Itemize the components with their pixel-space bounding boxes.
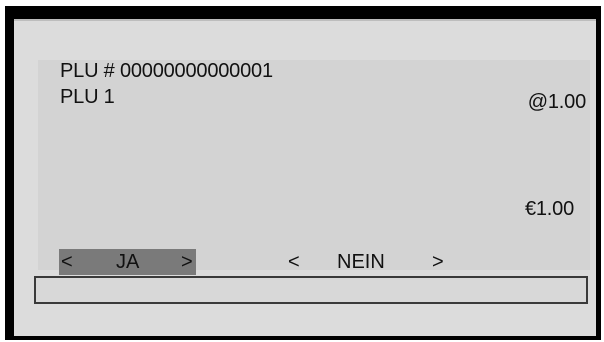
no-button-right-arrow: > — [432, 251, 444, 273]
plu-name: PLU 1 — [60, 86, 115, 108]
input-field[interactable] — [34, 276, 588, 304]
plu-number: PLU # 00000000000001 — [60, 60, 273, 82]
no-button-label: NEIN — [337, 251, 385, 273]
yes-button-left-arrow: < — [61, 251, 73, 273]
yes-button-label: JA — [116, 251, 140, 273]
total-price: €1.00 — [524, 198, 574, 220]
no-button[interactable]: < NEIN > — [284, 249, 454, 275]
unit-price: @1.00 — [527, 91, 586, 113]
pos-terminal-screen: PLU # 00000000000001 PLU 1 @1.00 €1.00 <… — [0, 0, 604, 342]
no-button-left-arrow: < — [288, 251, 300, 273]
yes-button-right-arrow: > — [181, 251, 193, 273]
item-info-panel — [38, 60, 590, 270]
yes-button[interactable]: < JA > — [59, 249, 196, 275]
